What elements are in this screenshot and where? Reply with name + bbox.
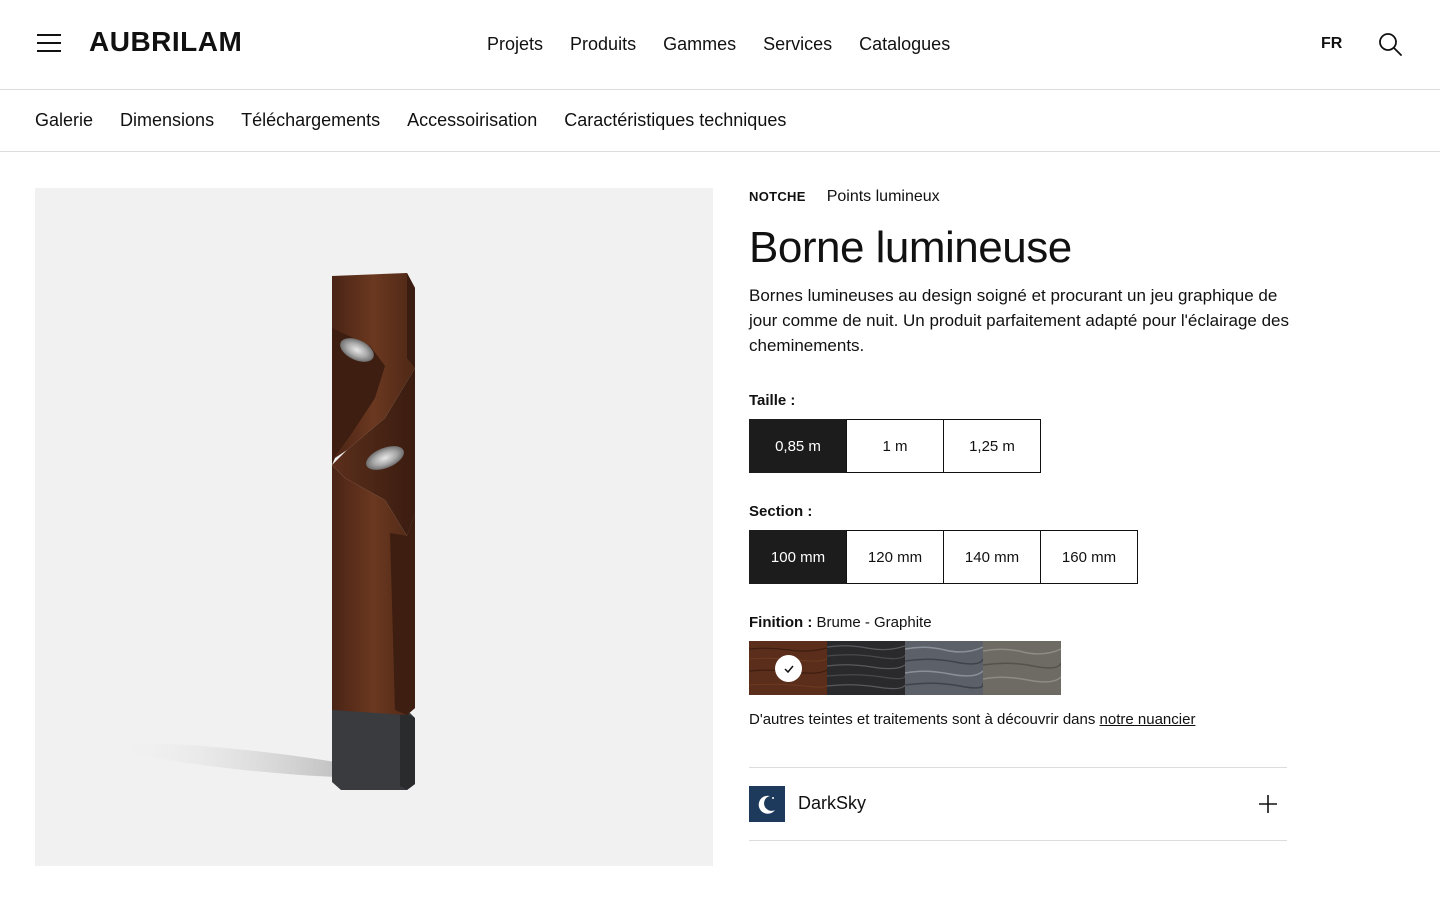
product-brand[interactable]: NOTCHE <box>749 189 806 204</box>
subnav-galerie[interactable]: Galerie <box>35 110 93 131</box>
darksky-label: DarkSky <box>798 793 867 813</box>
size-option-1[interactable]: 1 m <box>846 419 944 473</box>
subnav-caracteristiques[interactable]: Caractéristiques techniques <box>564 110 786 131</box>
finish-swatches <box>749 641 1287 695</box>
product-subnav: Galerie Dimensions Téléchargements Acces… <box>0 91 1440 152</box>
finish-selector: Finition : Brume - Graphite D'autres tei… <box>749 614 1287 728</box>
bollard-illustration <box>110 273 415 790</box>
nuancier-link[interactable]: notre nuancier <box>1100 711 1196 728</box>
subnav-accessoirisation[interactable]: Accessoirisation <box>407 110 537 131</box>
moon-icon <box>749 786 785 822</box>
size-label: Taille : <box>749 392 796 409</box>
page-title: Borne lumineuse <box>749 223 1072 272</box>
subnav-dimensions[interactable]: Dimensions <box>120 110 214 131</box>
finish-line: Finition : Brume - Graphite <box>749 614 1287 631</box>
section-label: Section : <box>749 503 813 520</box>
swatch-grey-blue-wood[interactable] <box>905 641 983 695</box>
logo[interactable]: AUBRILAM <box>89 26 242 58</box>
menu-icon[interactable] <box>37 34 61 52</box>
finish-label: Finition <box>749 614 804 631</box>
nav-services[interactable]: Services <box>763 34 832 55</box>
swatch-grey-wood[interactable] <box>983 641 1061 695</box>
swatch-brown-wood[interactable] <box>749 641 827 695</box>
swatch-black-wood[interactable] <box>827 641 905 695</box>
darksky-accordion[interactable]: DarkSky <box>749 767 1287 841</box>
product-info: NOTCHE Points lumineux Borne lumineuse B… <box>749 188 1289 841</box>
section-option-100[interactable]: 100 mm <box>749 530 847 584</box>
product-description: Bornes lumineuses au design soigné et pr… <box>749 286 1289 355</box>
section-option-120[interactable]: 120 mm <box>846 530 944 584</box>
nav-produits[interactable]: Produits <box>570 34 636 55</box>
section-selector: Section : 100 mm 120 mm 140 mm 160 mm <box>749 503 1138 584</box>
main-nav: Projets Produits Gammes Services Catalog… <box>487 34 977 55</box>
size-option-085[interactable]: 0,85 m <box>749 419 847 473</box>
check-icon <box>775 655 802 682</box>
size-selector: Taille : 0,85 m 1 m 1,25 m <box>749 392 1041 473</box>
nav-catalogues[interactable]: Catalogues <box>859 34 950 55</box>
more-finishes-label: D'autres teintes et traitements sont à d… <box>749 711 1100 728</box>
search-icon[interactable] <box>1378 32 1402 56</box>
more-finishes-text: D'autres teintes et traitements sont à d… <box>749 711 1287 728</box>
finish-separator: : <box>803 614 817 631</box>
section-option-160[interactable]: 160 mm <box>1040 530 1138 584</box>
language-switch[interactable]: FR <box>1321 35 1342 53</box>
nav-projets[interactable]: Projets <box>487 34 543 55</box>
nav-gammes[interactable]: Gammes <box>663 34 736 55</box>
size-option-125[interactable]: 1,25 m <box>943 419 1041 473</box>
product-category[interactable]: Points lumineux <box>827 188 940 206</box>
product-image[interactable] <box>35 188 713 866</box>
subnav-telechargements[interactable]: Téléchargements <box>241 110 380 131</box>
breadcrumb: NOTCHE Points lumineux <box>749 188 1287 208</box>
site-header: AUBRILAM Projets Produits Gammes Service… <box>0 0 1440 90</box>
finish-value: Brume - Graphite <box>816 614 932 631</box>
section-option-140[interactable]: 140 mm <box>943 530 1041 584</box>
plus-icon[interactable] <box>1258 794 1278 814</box>
